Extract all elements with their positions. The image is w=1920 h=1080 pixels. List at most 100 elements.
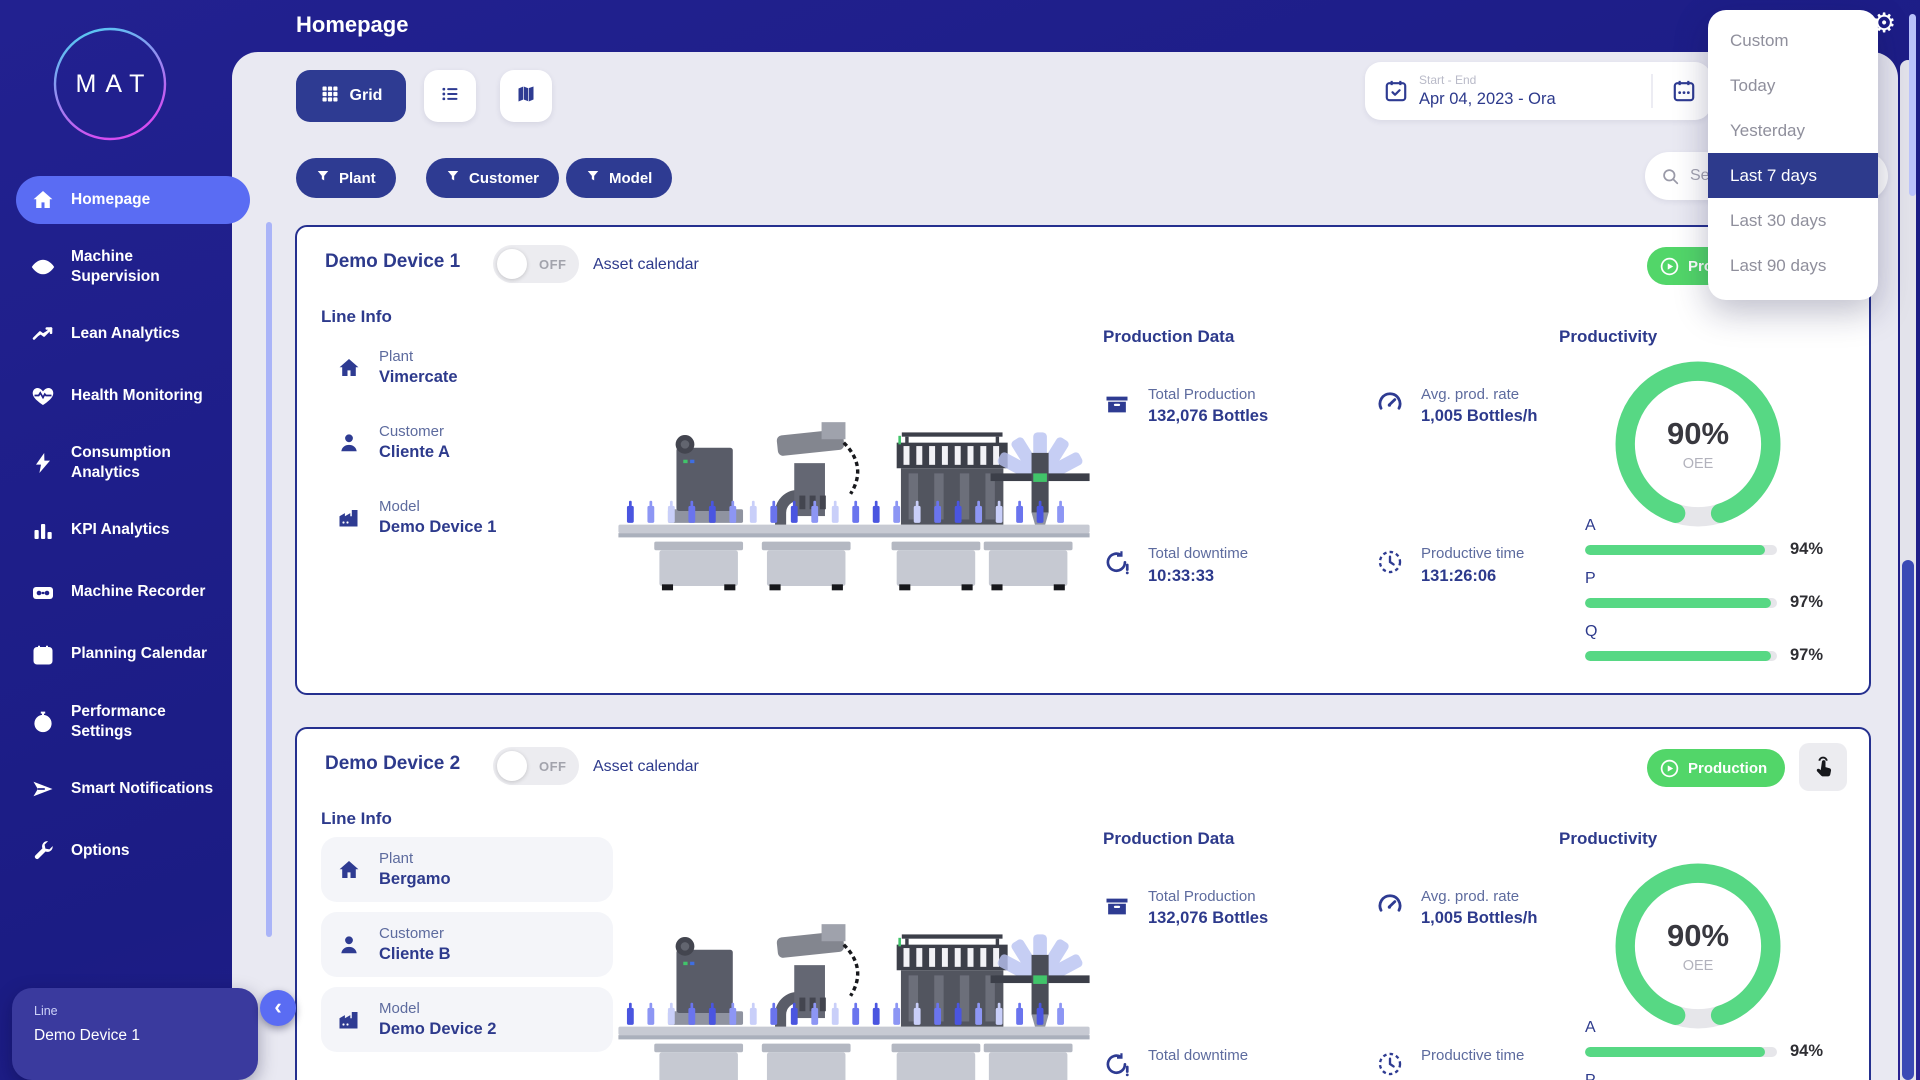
- sidebar-item-machine-recorder[interactable]: Machine Recorder: [16, 569, 250, 617]
- production-button[interactable]: Production: [1647, 749, 1785, 787]
- oee-gauge: 90% OEE: [1607, 855, 1789, 1037]
- tap-hand-icon: [1810, 754, 1836, 780]
- speedometer-icon: [1376, 389, 1404, 417]
- period-option-today[interactable]: Today: [1708, 63, 1878, 108]
- device-toggle[interactable]: OFF: [493, 245, 579, 283]
- device-toggle[interactable]: OFF: [493, 747, 579, 785]
- grid-view-button[interactable]: Grid: [296, 70, 406, 122]
- period-option-custom[interactable]: Custom: [1708, 18, 1878, 63]
- box-icon: [1103, 389, 1131, 417]
- sidebar-item-kpi-analytics[interactable]: KPI Analytics: [16, 507, 250, 555]
- line-popover: Line Demo Device 1: [12, 988, 258, 1080]
- productivity-title: Productivity: [1559, 829, 1657, 849]
- sidebar-item-label: Performance Settings: [71, 702, 221, 742]
- period-option-last-7-days[interactable]: Last 7 days: [1708, 153, 1878, 198]
- line-info-label: Model: [379, 498, 496, 515]
- production-data-title: Production Data: [1103, 327, 1234, 347]
- line-info-row-customer: Customer Cliente A: [321, 410, 613, 475]
- gear-icon[interactable]: ⚙: [1872, 8, 1896, 39]
- period-option-yesterday[interactable]: Yesterday: [1708, 108, 1878, 153]
- line-info-label: Customer: [379, 423, 450, 440]
- filter-label: Model: [609, 170, 652, 187]
- productivity-bar-a: A 94%: [1585, 517, 1825, 559]
- person-icon: [337, 933, 361, 957]
- speedometer-icon: [1376, 891, 1404, 919]
- metric-avg-prod-rate: Avg. prod. rate 1,005 Bottles/h: [1376, 385, 1631, 426]
- bar-fill: [1585, 598, 1771, 608]
- apq-bars: A94% P: [1585, 1019, 1825, 1080]
- sidebar-item-label: Machine Recorder: [71, 582, 205, 602]
- line-info-label: Model: [379, 1000, 496, 1017]
- productivity-bar-q: Q97%: [1585, 623, 1825, 665]
- calendar-range-icon[interactable]: [1671, 78, 1697, 104]
- bar-label: A: [1585, 517, 1825, 535]
- metric-value: 1,005 Bottles/h: [1421, 909, 1537, 928]
- bar-fill: [1585, 651, 1771, 661]
- filter-button-plant[interactable]: Plant: [296, 158, 396, 198]
- metric-value: 131:26:06: [1421, 567, 1524, 586]
- sidebar-item-performance-settings[interactable]: Performance Settings: [16, 693, 250, 751]
- metric-label: Productive time: [1421, 544, 1524, 564]
- line-info-rows: Plant Bergamo Customer Cliente B Model D…: [321, 837, 613, 1062]
- apq-bars: A94%P97%Q97%: [1585, 517, 1825, 676]
- bar-track: [1585, 545, 1777, 555]
- play-circle-icon: [1659, 256, 1680, 277]
- sidebar-item-homepage[interactable]: Homepage: [16, 176, 250, 224]
- oee-gauge-value: 90%: [1667, 918, 1729, 954]
- asset-calendar-link[interactable]: Asset calendar: [593, 758, 699, 776]
- oee-gauge-label: OEE: [1683, 958, 1714, 974]
- map-view-button[interactable]: [500, 70, 552, 122]
- page-scrollbar-thumb[interactable]: [1902, 560, 1914, 1080]
- date-range-picker[interactable]: Start - End Apr 04, 2023 - Ora: [1365, 62, 1711, 120]
- sidebar-item-label: Options: [71, 841, 130, 861]
- list-view-button[interactable]: [424, 70, 476, 122]
- period-dropdown-scrollbar[interactable]: [1909, 14, 1916, 196]
- line-info-rows: Plant Vimercate Customer Cliente A Model…: [321, 335, 613, 560]
- period-option-last-30-days[interactable]: Last 30 days: [1708, 198, 1878, 243]
- sidebar-item-label: KPI Analytics: [71, 520, 170, 540]
- bar-value: 94%: [1790, 540, 1823, 559]
- sidebar-scrollbar-thumb[interactable]: [266, 222, 272, 937]
- cassette-icon: [30, 580, 56, 606]
- bar-chart-icon: [30, 518, 56, 544]
- bar-label: P: [1585, 1072, 1825, 1080]
- bar-fill: [1585, 545, 1765, 555]
- bar-track: [1585, 651, 1777, 661]
- sidebar-item-smart-notifications[interactable]: Smart Notifications: [16, 765, 250, 813]
- home-icon: [337, 858, 361, 882]
- metric-label: Total downtime: [1148, 544, 1248, 564]
- line-info-row-plant: Plant Bergamo: [321, 837, 613, 902]
- sidebar-item-label: Lean Analytics: [71, 324, 180, 344]
- sidebar-collapse-button[interactable]: ‹: [260, 990, 296, 1026]
- sidebar-item-lean-analytics[interactable]: Lean Analytics: [16, 310, 250, 358]
- metric-label: Total Production: [1148, 385, 1268, 405]
- filter-button-customer[interactable]: Customer: [426, 158, 559, 198]
- line-popover-value: Demo Device 1: [34, 1027, 258, 1045]
- bar-value: 94%: [1790, 1042, 1823, 1061]
- funnel-icon: [586, 169, 600, 187]
- bar-track: [1585, 598, 1777, 608]
- productivity-bar-a: A94%: [1585, 1019, 1825, 1061]
- period-option-last-90-days[interactable]: Last 90 days: [1708, 243, 1878, 288]
- funnel-icon: [446, 169, 460, 187]
- filter-button-model[interactable]: Model: [566, 158, 672, 198]
- device-card-title: Demo Device 1: [325, 251, 460, 273]
- sidebar-item-label: Planning Calendar: [71, 644, 207, 664]
- sidebar-item-label: Health Monitoring: [71, 386, 203, 406]
- home-icon: [30, 187, 56, 213]
- oee-gauge-value: 90%: [1667, 416, 1729, 452]
- select-device-button[interactable]: [1799, 743, 1847, 791]
- sidebar-item-machine-supervision[interactable]: Machine Supervision: [16, 238, 250, 296]
- line-info-value: Demo Device 2: [379, 1020, 496, 1039]
- line-info-row-customer: Customer Cliente B: [321, 912, 613, 977]
- asset-calendar-link[interactable]: Asset calendar: [593, 256, 699, 274]
- sidebar-item-health-monitoring[interactable]: Health Monitoring: [16, 372, 250, 420]
- production-data-title: Production Data: [1103, 829, 1234, 849]
- sidebar-item-consumption-analytics[interactable]: Consumption Analytics: [16, 434, 250, 492]
- divider: [1651, 74, 1653, 108]
- list-icon: [440, 84, 460, 109]
- sidebar-item-planning-calendar[interactable]: Planning Calendar: [16, 631, 250, 679]
- sidebar-item-options[interactable]: Options: [16, 827, 250, 875]
- line-info-value: Cliente A: [379, 443, 450, 462]
- bolt-icon: [30, 450, 56, 476]
